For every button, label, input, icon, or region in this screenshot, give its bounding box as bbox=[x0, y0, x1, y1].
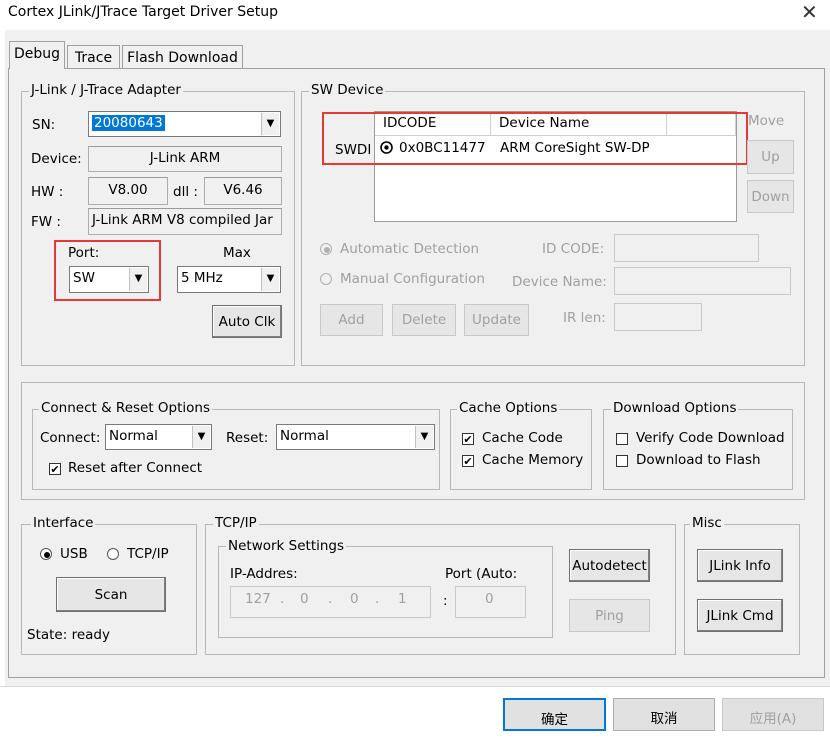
device-label: Device: bbox=[31, 151, 82, 167]
fw-label: FW : bbox=[31, 214, 61, 230]
sn-label: SN: bbox=[32, 117, 56, 133]
device-field: J-Link ARM bbox=[88, 146, 282, 172]
ir-len-label: IR len: bbox=[563, 310, 606, 326]
hw-label: HW : bbox=[31, 184, 64, 200]
tab-flash-download[interactable]: Flash Download bbox=[122, 45, 243, 69]
tab-debug[interactable]: Debug bbox=[9, 41, 65, 69]
apply-button[interactable]: 应用(A) bbox=[722, 698, 824, 731]
device-highlight-box bbox=[322, 112, 748, 165]
chevron-down-icon: ▼ bbox=[261, 268, 279, 291]
reset-label: Reset: bbox=[226, 430, 269, 446]
chevron-down-icon: ▼ bbox=[261, 113, 279, 135]
chevron-down-icon: ▼ bbox=[192, 426, 210, 448]
move-label: Move bbox=[748, 113, 785, 129]
autodetect-button[interactable]: Autodetect bbox=[569, 549, 650, 582]
reset-after-connect-label: Reset after Connect bbox=[68, 460, 203, 476]
tab-trace[interactable]: Trace bbox=[67, 45, 120, 69]
id-code-input[interactable] bbox=[614, 234, 759, 262]
port-label: Port: bbox=[68, 245, 100, 261]
jlink-info-button[interactable]: JLink Info bbox=[697, 549, 783, 582]
add-button[interactable]: Add bbox=[320, 304, 383, 336]
reset-dropdown[interactable]: Normal ▼ bbox=[276, 424, 435, 450]
cache-memory-label: Cache Memory bbox=[482, 452, 584, 468]
chevron-down-icon: ▼ bbox=[129, 268, 147, 291]
cache-code-label: Cache Code bbox=[482, 430, 563, 446]
scan-button[interactable]: Scan bbox=[56, 577, 166, 612]
port-auto-label: Port (Auto: bbox=[445, 566, 518, 582]
port-value: SW bbox=[73, 270, 95, 286]
usb-label: USB bbox=[60, 546, 88, 562]
max-label: Max bbox=[223, 245, 251, 261]
tcp-port-value: 0 bbox=[485, 591, 494, 607]
port-dropdown[interactable]: SW ▼ bbox=[69, 266, 149, 293]
download-to-flash-label: Download to Flash bbox=[636, 452, 761, 468]
sn-value: 20080643 bbox=[92, 115, 165, 131]
delete-button[interactable]: Delete bbox=[392, 304, 456, 336]
cache-group bbox=[450, 409, 592, 490]
move-down-button[interactable]: Down bbox=[747, 180, 794, 213]
update-button[interactable]: Update bbox=[464, 304, 529, 336]
connect-dropdown[interactable]: Normal ▼ bbox=[105, 424, 212, 450]
reset-after-connect-checkbox[interactable]: ✔ bbox=[49, 463, 61, 475]
sw-device-group-label: SW Device bbox=[309, 82, 386, 98]
jlink-cmd-button[interactable]: JLink Cmd bbox=[697, 599, 783, 632]
ping-button[interactable]: Ping bbox=[569, 599, 650, 632]
auto-clk-button[interactable]: Auto Clk bbox=[212, 305, 282, 338]
connect-value: Normal bbox=[109, 428, 158, 444]
device-name-input[interactable] bbox=[614, 267, 791, 295]
ip-octet-2: 0 bbox=[300, 591, 309, 607]
adapter-group-label: J-Link / J-Trace Adapter bbox=[29, 82, 183, 98]
ip-octet-1: 127 bbox=[245, 591, 271, 607]
cancel-button[interactable]: 取消 bbox=[613, 698, 715, 731]
footer-separator bbox=[0, 686, 830, 687]
max-clock-dropdown[interactable]: 5 MHz ▼ bbox=[177, 266, 281, 293]
ip-dot-1: . bbox=[280, 591, 285, 607]
cache-memory-checkbox[interactable]: ✔ bbox=[462, 455, 474, 467]
move-up-button[interactable]: Up bbox=[747, 140, 794, 174]
tcpip-radio[interactable] bbox=[107, 548, 119, 560]
interface-group-label: Interface bbox=[31, 515, 96, 531]
misc-group bbox=[684, 524, 800, 655]
close-icon[interactable]: ✕ bbox=[801, 2, 818, 22]
ip-octet-4: 1 bbox=[398, 591, 407, 607]
verify-code-download-checkbox[interactable] bbox=[616, 433, 628, 445]
ir-len-input[interactable] bbox=[614, 303, 702, 331]
cache-group-label: Cache Options bbox=[457, 400, 560, 416]
tcpip-group-label: TCP/IP bbox=[213, 515, 259, 531]
window-title: Cortex JLink/JTrace Target Driver Setup bbox=[8, 4, 278, 20]
network-settings-label: Network Settings bbox=[226, 538, 347, 554]
hw-field: V8.00 bbox=[88, 177, 168, 205]
dll-label: dll : bbox=[173, 184, 198, 200]
device-name-label: Device Name: bbox=[512, 274, 607, 290]
state-text: State: ready bbox=[27, 627, 110, 643]
auto-detect-radio[interactable] bbox=[320, 243, 332, 255]
ip-dot-3: . bbox=[375, 591, 380, 607]
download-to-flash-checkbox[interactable] bbox=[616, 455, 628, 467]
tcpip-label: TCP/IP bbox=[127, 546, 169, 562]
usb-radio[interactable] bbox=[40, 548, 52, 560]
manual-config-radio[interactable] bbox=[320, 273, 332, 285]
reset-value: Normal bbox=[280, 428, 329, 444]
dll-field: V6.46 bbox=[204, 177, 282, 205]
ip-dot-2: . bbox=[328, 591, 333, 607]
ip-octet-3: 0 bbox=[350, 591, 359, 607]
chevron-down-icon: ▼ bbox=[415, 426, 433, 448]
fw-field: J-Link ARM V8 compiled Jar bbox=[88, 208, 282, 235]
connect-reset-group-label: Connect & Reset Options bbox=[39, 400, 213, 416]
verify-code-download-label: Verify Code Download bbox=[636, 430, 785, 446]
misc-group-label: Misc bbox=[690, 515, 724, 531]
id-code-label: ID CODE: bbox=[542, 241, 605, 257]
ok-button[interactable]: 确定 bbox=[503, 698, 606, 731]
download-group-label: Download Options bbox=[611, 400, 739, 416]
cache-code-checkbox[interactable]: ✔ bbox=[462, 433, 474, 445]
sn-dropdown[interactable]: 20080643 ▼ bbox=[88, 111, 281, 137]
download-group bbox=[603, 409, 793, 490]
port-colon: : bbox=[443, 593, 448, 609]
auto-detect-label: Automatic Detection bbox=[340, 241, 480, 257]
max-clock-value: 5 MHz bbox=[181, 270, 223, 286]
manual-config-label: Manual Configuration bbox=[340, 271, 485, 287]
connect-label: Connect: bbox=[40, 430, 101, 446]
ip-address-label: IP-Addres: bbox=[230, 566, 298, 582]
